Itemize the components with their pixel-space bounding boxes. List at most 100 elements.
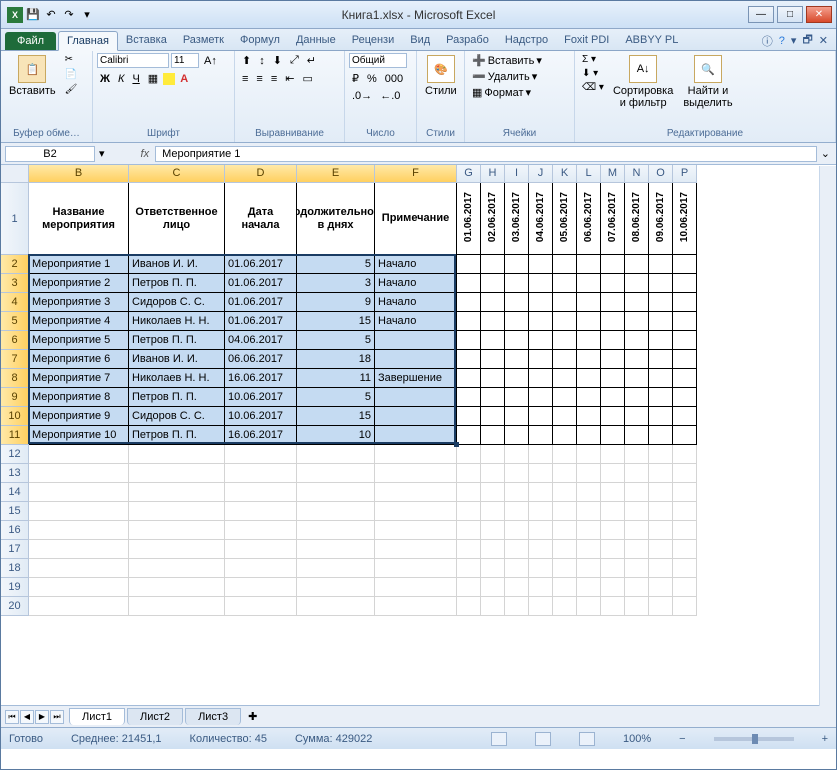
empty-cell[interactable] bbox=[601, 559, 625, 578]
calendar-cell[interactable] bbox=[649, 331, 673, 350]
empty-cell[interactable] bbox=[457, 483, 481, 502]
data-cell[interactable]: 10 bbox=[297, 426, 375, 445]
empty-cell[interactable] bbox=[297, 464, 375, 483]
date-header-cell[interactable]: 07.06.2017 bbox=[601, 183, 625, 255]
data-cell[interactable]: 16.06.2017 bbox=[225, 369, 297, 388]
data-cell[interactable]: Начало bbox=[375, 293, 457, 312]
empty-cell[interactable] bbox=[601, 483, 625, 502]
data-cell[interactable]: 16.06.2017 bbox=[225, 426, 297, 445]
empty-cell[interactable] bbox=[625, 502, 649, 521]
sheet-nav-last[interactable]: ⏭ bbox=[50, 710, 64, 724]
data-cell[interactable]: Мероприятие 6 bbox=[29, 350, 129, 369]
row-header[interactable]: 15 bbox=[1, 502, 29, 521]
zoom-level[interactable]: 100% bbox=[623, 733, 651, 745]
empty-cell[interactable] bbox=[29, 445, 129, 464]
align-center-icon[interactable]: ≡ bbox=[253, 72, 265, 86]
help-icon[interactable]: ? bbox=[779, 35, 785, 47]
column-header[interactable]: B bbox=[29, 165, 129, 183]
row-header[interactable]: 11 bbox=[1, 426, 29, 445]
empty-cell[interactable] bbox=[225, 521, 297, 540]
styles-button[interactable]: 🎨 Стили bbox=[421, 53, 461, 99]
empty-cell[interactable] bbox=[375, 540, 457, 559]
date-header-cell[interactable]: 10.06.2017 bbox=[673, 183, 697, 255]
calendar-cell[interactable] bbox=[553, 312, 577, 331]
formula-input[interactable]: Мероприятие 1 bbox=[155, 146, 817, 162]
calendar-cell[interactable] bbox=[505, 388, 529, 407]
empty-cell[interactable] bbox=[673, 521, 697, 540]
empty-cell[interactable] bbox=[225, 540, 297, 559]
data-cell[interactable]: Петров П. П. bbox=[129, 274, 225, 293]
data-cell[interactable]: 10.06.2017 bbox=[225, 407, 297, 426]
calendar-cell[interactable] bbox=[553, 426, 577, 445]
column-header[interactable]: H bbox=[481, 165, 505, 183]
empty-cell[interactable] bbox=[505, 483, 529, 502]
calendar-cell[interactable] bbox=[529, 274, 553, 293]
calendar-cell[interactable] bbox=[577, 312, 601, 331]
empty-cell[interactable] bbox=[457, 559, 481, 578]
formula-expand-icon[interactable]: ⌄ bbox=[821, 147, 836, 160]
align-right-icon[interactable]: ≡ bbox=[268, 72, 280, 86]
calendar-cell[interactable] bbox=[481, 369, 505, 388]
calendar-cell[interactable] bbox=[481, 388, 505, 407]
empty-cell[interactable] bbox=[481, 502, 505, 521]
data-cell[interactable]: Мероприятие 4 bbox=[29, 312, 129, 331]
empty-cell[interactable] bbox=[649, 559, 673, 578]
data-cell[interactable]: 01.06.2017 bbox=[225, 312, 297, 331]
calendar-cell[interactable] bbox=[625, 331, 649, 350]
empty-cell[interactable] bbox=[481, 521, 505, 540]
ribbon-tab[interactable]: Вид bbox=[402, 31, 438, 50]
ribbon-tab[interactable]: ABBYY PL bbox=[617, 31, 686, 50]
calendar-cell[interactable] bbox=[529, 293, 553, 312]
empty-cell[interactable] bbox=[529, 540, 553, 559]
ribbon-options-icon[interactable]: ▾ bbox=[791, 34, 797, 47]
empty-cell[interactable] bbox=[297, 540, 375, 559]
empty-cell[interactable] bbox=[553, 540, 577, 559]
decrease-decimal-icon[interactable]: ←.0 bbox=[377, 89, 403, 103]
empty-cell[interactable] bbox=[29, 578, 129, 597]
calendar-cell[interactable] bbox=[481, 350, 505, 369]
empty-cell[interactable] bbox=[553, 464, 577, 483]
ribbon-tab[interactable]: Формул bbox=[232, 31, 288, 50]
calendar-cell[interactable] bbox=[673, 426, 697, 445]
calendar-cell[interactable] bbox=[505, 312, 529, 331]
calendar-cell[interactable] bbox=[649, 274, 673, 293]
empty-cell[interactable] bbox=[297, 483, 375, 502]
calendar-cell[interactable] bbox=[577, 255, 601, 274]
calendar-cell[interactable] bbox=[505, 331, 529, 350]
data-cell[interactable]: 15 bbox=[297, 312, 375, 331]
header-cell[interactable]: Примечание bbox=[375, 183, 457, 255]
empty-cell[interactable] bbox=[553, 559, 577, 578]
empty-cell[interactable] bbox=[129, 597, 225, 616]
calendar-cell[interactable] bbox=[529, 312, 553, 331]
ribbon-tab[interactable]: Разрабо bbox=[438, 31, 497, 50]
calendar-cell[interactable] bbox=[625, 350, 649, 369]
calendar-cell[interactable] bbox=[481, 255, 505, 274]
calendar-cell[interactable] bbox=[649, 369, 673, 388]
empty-cell[interactable] bbox=[649, 445, 673, 464]
header-cell[interactable]: Ответственное лицо bbox=[129, 183, 225, 255]
empty-cell[interactable] bbox=[457, 502, 481, 521]
calendar-cell[interactable] bbox=[505, 274, 529, 293]
calendar-cell[interactable] bbox=[457, 274, 481, 293]
calendar-cell[interactable] bbox=[577, 388, 601, 407]
empty-cell[interactable] bbox=[129, 483, 225, 502]
empty-cell[interactable] bbox=[505, 559, 529, 578]
paste-button[interactable]: 📋 Вставить bbox=[5, 53, 60, 99]
empty-cell[interactable] bbox=[375, 521, 457, 540]
header-cell[interactable]: Продолжительность в днях bbox=[297, 183, 375, 255]
column-header[interactable]: M bbox=[601, 165, 625, 183]
insert-cells-button[interactable]: ➕ Вставить ▾ bbox=[469, 53, 545, 68]
calendar-cell[interactable] bbox=[553, 274, 577, 293]
calendar-cell[interactable] bbox=[577, 274, 601, 293]
new-sheet-icon[interactable]: ✚ bbox=[242, 710, 263, 723]
empty-cell[interactable] bbox=[625, 521, 649, 540]
empty-cell[interactable] bbox=[673, 464, 697, 483]
fx-label[interactable]: fx bbox=[135, 148, 156, 160]
format-painter-icon[interactable]: 🖌 bbox=[62, 83, 81, 96]
data-cell[interactable]: Мероприятие 7 bbox=[29, 369, 129, 388]
row-header[interactable]: 7 bbox=[1, 350, 29, 369]
column-header[interactable]: I bbox=[505, 165, 529, 183]
data-cell[interactable]: Начало bbox=[375, 255, 457, 274]
empty-cell[interactable] bbox=[649, 578, 673, 597]
calendar-cell[interactable] bbox=[673, 407, 697, 426]
